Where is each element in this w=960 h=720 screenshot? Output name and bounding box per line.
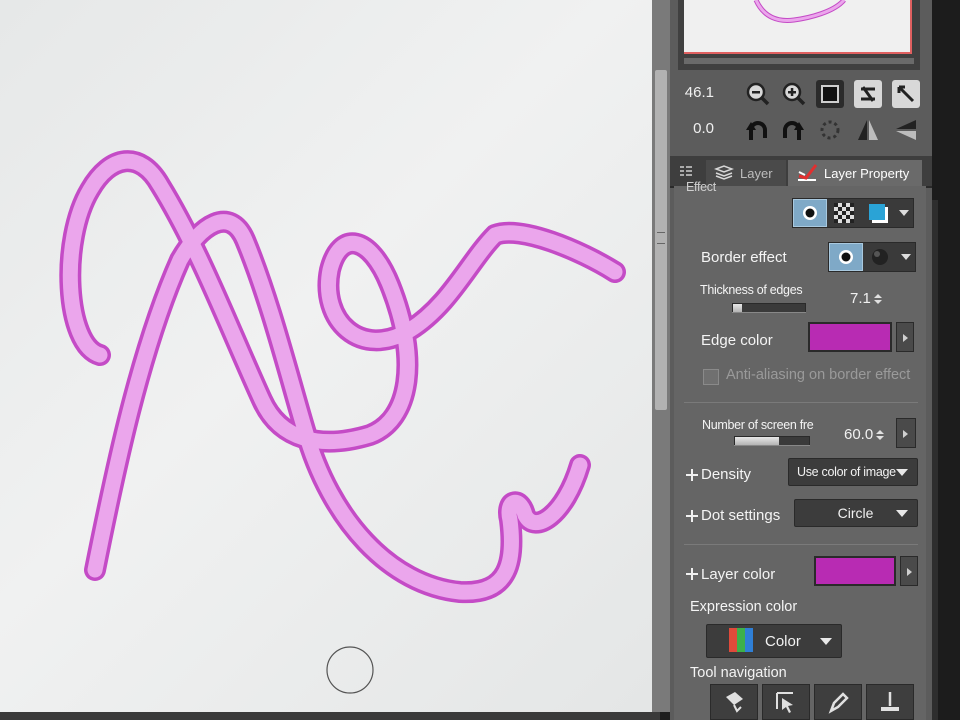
expression-color-value: Color bbox=[765, 632, 801, 650]
navigator-scrollbar[interactable] bbox=[684, 58, 914, 64]
layer-color-menu-button[interactable] bbox=[900, 556, 918, 586]
tab-layer[interactable]: Layer bbox=[706, 160, 786, 186]
screen-frequency-slider-base bbox=[734, 445, 810, 446]
layers-icon bbox=[713, 164, 735, 183]
dot-settings-label: Dot settings bbox=[701, 507, 781, 524]
tab-layer-property-label: Layer Property bbox=[824, 165, 910, 181]
edge-color-menu-button[interactable] bbox=[896, 322, 914, 352]
effect-dropdown-arrow[interactable] bbox=[895, 199, 913, 227]
screen-frequency-spinner[interactable]: 60.0 bbox=[844, 426, 885, 443]
edge-color-swatch[interactable] bbox=[808, 322, 892, 352]
tone-pattern-icon bbox=[834, 203, 854, 223]
actual-size-icon[interactable] bbox=[892, 80, 920, 108]
thickness-slider-fill bbox=[733, 304, 742, 312]
layer-property-icon bbox=[796, 162, 818, 185]
section-divider bbox=[684, 402, 918, 403]
density-expand-icon[interactable] bbox=[686, 469, 698, 481]
zoom-out-icon[interactable] bbox=[744, 80, 772, 108]
screen-frequency-value: 60.0 bbox=[844, 426, 874, 443]
layer-color-icon bbox=[869, 204, 888, 223]
rotation-value[interactable]: 0.0 bbox=[693, 120, 714, 137]
density-label: Density bbox=[701, 466, 752, 483]
border-effect-watercolor-button[interactable] bbox=[863, 243, 897, 271]
thickness-slider-base bbox=[732, 312, 806, 313]
drawing-canvas[interactable] bbox=[0, 0, 652, 712]
dot-settings-value: Circle bbox=[837, 505, 874, 521]
effect-color-button[interactable] bbox=[861, 199, 895, 227]
border-effect-outline-button[interactable] bbox=[829, 243, 863, 271]
spinner-arrows-icon[interactable] bbox=[873, 293, 882, 304]
tool-nav-pen-icon[interactable] bbox=[814, 684, 862, 720]
chevron-down-icon bbox=[896, 509, 908, 517]
scrollbar-grip bbox=[657, 232, 665, 244]
panel-menu-icon[interactable] bbox=[680, 164, 692, 176]
reset-rotation-icon[interactable] bbox=[816, 116, 844, 144]
color-mode-icon bbox=[729, 627, 755, 655]
layer-color-label: Layer color bbox=[701, 566, 776, 583]
brush-cursor bbox=[326, 646, 374, 694]
effect-tone-button[interactable] bbox=[827, 199, 861, 227]
rotation-row: 0.0 bbox=[670, 112, 932, 146]
tab-layer-label: Layer bbox=[740, 165, 773, 181]
drawn-stroke bbox=[59, 150, 626, 694]
rotate-left-icon[interactable] bbox=[744, 116, 772, 144]
flip-vertical-icon[interactable] bbox=[892, 116, 920, 144]
canvas-horizontal-scrollbar[interactable] bbox=[0, 712, 660, 720]
zoom-in-icon[interactable] bbox=[780, 80, 808, 108]
layer-property-panel: Effect Border effect Thickness of edges bbox=[674, 180, 926, 720]
thickness-of-edges-label: Thickness of edges bbox=[700, 283, 803, 297]
layer-color-swatch[interactable] bbox=[814, 556, 896, 586]
tool-navigation-label: Tool navigation bbox=[690, 665, 787, 681]
screen-frequency-menu-button[interactable] bbox=[896, 418, 916, 448]
layer-color-expand-icon[interactable] bbox=[686, 568, 698, 580]
panel-edge bbox=[932, 0, 960, 720]
navigator-preview[interactable] bbox=[684, 0, 912, 54]
effect-heading: Effect bbox=[686, 180, 716, 194]
border-effect-selector[interactable] bbox=[828, 242, 916, 272]
dot-settings-dropdown[interactable]: Circle bbox=[794, 499, 918, 527]
tool-nav-fill-icon[interactable] bbox=[710, 684, 758, 720]
panel-edge-bar bbox=[932, 200, 938, 720]
zoom-value[interactable]: 46.1 bbox=[685, 84, 714, 101]
right-panel: 46.1 0.0 Layer Layer Property Effect Bor… bbox=[670, 0, 932, 720]
expression-color-label: Expression color bbox=[690, 599, 798, 615]
fit-to-window-icon[interactable] bbox=[816, 80, 844, 108]
canvas-vertical-scrollbar[interactable] bbox=[652, 0, 670, 712]
effect-selector[interactable] bbox=[792, 198, 914, 228]
spinner-arrows-icon[interactable] bbox=[876, 429, 885, 440]
fit-navigator-icon[interactable] bbox=[854, 80, 882, 108]
effect-border-button[interactable] bbox=[793, 199, 827, 227]
chevron-down-icon bbox=[820, 637, 832, 645]
chevron-down-icon bbox=[896, 468, 908, 476]
antialias-label: Anti-aliasing on border effect bbox=[726, 367, 911, 383]
antialias-checkbox[interactable] bbox=[703, 369, 719, 385]
rotate-right-icon[interactable] bbox=[778, 116, 806, 144]
border-effect-label: Border effect bbox=[701, 249, 787, 266]
screen-frequency-label: Number of screen fre bbox=[702, 418, 814, 432]
screen-frequency-slider-fill bbox=[735, 437, 780, 445]
tool-nav-ruler-icon[interactable] bbox=[866, 684, 914, 720]
tool-nav-select-icon[interactable] bbox=[762, 684, 810, 720]
dot-settings-expand-icon[interactable] bbox=[686, 510, 698, 522]
density-value: Use color of image bbox=[797, 465, 896, 479]
expression-color-dropdown[interactable]: Color bbox=[706, 624, 842, 658]
section-divider bbox=[684, 544, 918, 545]
navigator-panel bbox=[678, 0, 920, 70]
density-dropdown[interactable]: Use color of image bbox=[788, 458, 918, 486]
tab-layer-property[interactable]: Layer Property bbox=[788, 160, 922, 186]
flip-horizontal-icon[interactable] bbox=[854, 116, 882, 144]
zoom-row: 46.1 bbox=[670, 76, 932, 110]
border-effect-dropdown-arrow[interactable] bbox=[897, 243, 915, 271]
edge-color-label: Edge color bbox=[701, 332, 773, 349]
thickness-value: 7.1 bbox=[850, 290, 871, 307]
thickness-spinner[interactable]: 7.1 bbox=[850, 290, 882, 307]
